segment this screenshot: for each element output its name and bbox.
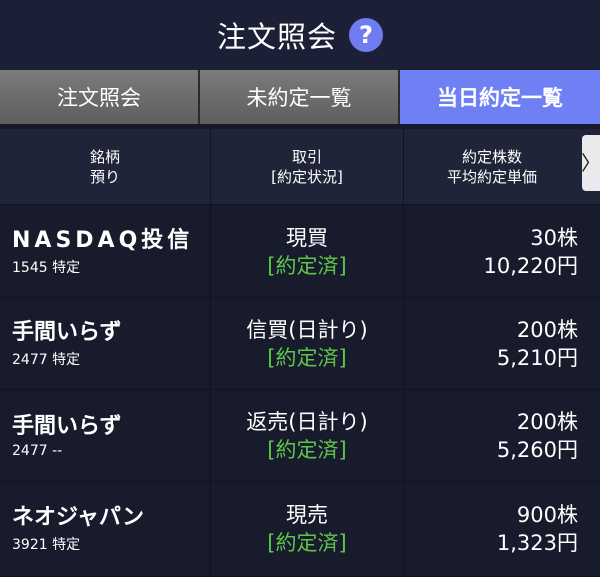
stock-code-account: 1545 特定 bbox=[12, 259, 81, 276]
column-header-trade: 取引 [約定状況] bbox=[211, 129, 404, 204]
execution-status: [約定済] bbox=[267, 531, 347, 555]
execution-status: [約定済] bbox=[267, 437, 347, 462]
stock-code-account: 2477 -- bbox=[12, 442, 63, 459]
average-price: 5,260円 bbox=[496, 437, 578, 462]
page-title: 注文照会 bbox=[216, 20, 337, 54]
stock-name: ネオジャパン bbox=[12, 505, 145, 530]
stock-code-account: 3921 特定 bbox=[12, 537, 81, 553]
tab-order-inquiry[interactable]: 注文照会 bbox=[0, 70, 200, 124]
execution-status: [約定済] bbox=[267, 345, 347, 370]
quantity-cell: 200株 5,260円 bbox=[404, 390, 600, 481]
executed-quantity: 200株 bbox=[516, 409, 578, 434]
stock-cell: 手間いらず 2477 -- bbox=[0, 390, 211, 481]
column-header-label: [約定状況] bbox=[271, 167, 343, 186]
help-icon[interactable]: ? bbox=[349, 18, 383, 52]
table-row[interactable]: 手間いらず 2477 -- 返売(日計り) [約定済] 200株 5,260円 bbox=[0, 390, 600, 482]
tab-unexecuted-list[interactable]: 未約定一覧 bbox=[200, 70, 400, 124]
trade-cell: 現売 [約定済] bbox=[211, 482, 404, 576]
table-row[interactable]: ネオジャパン 3921 特定 現売 [約定済] 900株 1,323円 bbox=[0, 482, 600, 577]
column-header-label: 銘柄 bbox=[89, 147, 120, 166]
column-header-stock: 銘柄 預り bbox=[0, 129, 211, 204]
trade-type: 返売(日計り) bbox=[246, 409, 368, 434]
chevron-right-icon[interactable]: 〉 bbox=[581, 135, 600, 191]
execution-status: [約定済] bbox=[267, 253, 347, 278]
executed-quantity: 900株 bbox=[516, 503, 578, 527]
trade-cell: 信買(日計り) [約定済] bbox=[211, 298, 404, 389]
quantity-cell: 900株 1,323円 bbox=[404, 482, 600, 576]
stock-cell: ネオジャパン 3921 特定 bbox=[0, 482, 211, 576]
executed-quantity: 200株 bbox=[516, 317, 578, 342]
trade-type: 信買(日計り) bbox=[246, 317, 368, 342]
stock-name: NASDAQ投信 bbox=[12, 227, 194, 253]
table-row[interactable]: 手間いらず 2477 特定 信買(日計り) [約定済] 200株 5,210円 bbox=[0, 298, 600, 390]
average-price: 5,210円 bbox=[496, 345, 578, 370]
tab-today-executed-list[interactable]: 当日約定一覧 bbox=[400, 70, 600, 124]
table-header: 銘柄 預り 取引 [約定状況] 約定株数 平均約定単価 〉 bbox=[0, 129, 600, 205]
quantity-cell: 30株 10,220円 bbox=[404, 206, 600, 297]
header-bar: 注文照会 ? bbox=[0, 0, 600, 70]
trade-cell: 現買 [約定済] bbox=[211, 206, 404, 297]
average-price: 10,220円 bbox=[483, 253, 578, 278]
stock-cell: NASDAQ投信 1545 特定 bbox=[0, 206, 211, 297]
quantity-cell: 200株 5,210円 bbox=[404, 298, 600, 389]
average-price: 1,323円 bbox=[496, 531, 578, 555]
stock-name: 手間いらず bbox=[12, 413, 122, 439]
executed-quantity: 30株 bbox=[530, 225, 578, 250]
table-row[interactable]: NASDAQ投信 1545 特定 現買 [約定済] 30株 10,220円 bbox=[0, 206, 600, 298]
column-header-label: 取引 bbox=[291, 147, 322, 166]
trade-type: 現売 bbox=[286, 503, 328, 527]
column-header-label: 約定株数 bbox=[461, 147, 522, 166]
stock-code-account: 2477 特定 bbox=[12, 351, 81, 368]
trade-type: 現買 bbox=[286, 225, 328, 250]
stock-cell: 手間いらず 2477 特定 bbox=[0, 298, 211, 389]
stock-name: 手間いらず bbox=[12, 319, 122, 345]
trade-cell: 返売(日計り) [約定済] bbox=[211, 390, 404, 481]
column-header-label: 預り bbox=[89, 167, 120, 186]
column-header-quantity: 約定株数 平均約定単価 〉 bbox=[404, 129, 600, 204]
column-header-label: 平均約定単価 bbox=[446, 167, 537, 186]
tab-bar: 注文照会 未約定一覧 当日約定一覧 bbox=[0, 70, 600, 124]
